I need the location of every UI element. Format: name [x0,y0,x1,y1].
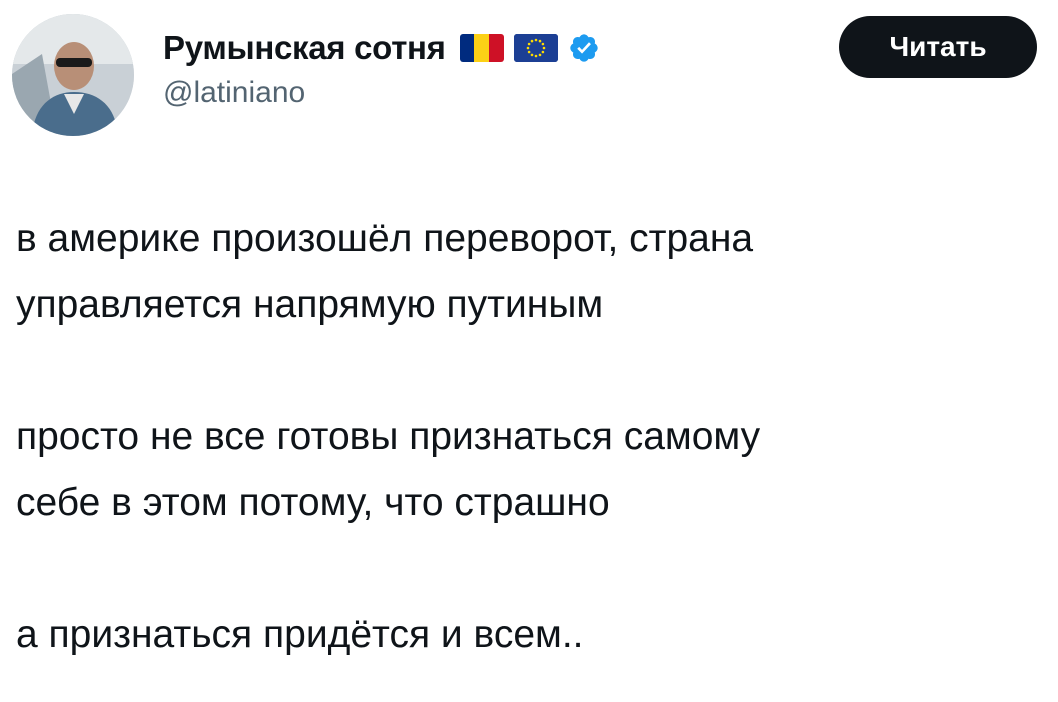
follow-button[interactable]: Читать [839,16,1037,78]
tweet-paragraph: в америке произошёл переворот, страна уп… [16,206,1036,338]
avatar[interactable] [12,14,134,136]
tweet-paragraph: просто не все готовы признаться самому с… [16,404,1036,536]
tweet-text: в америке произошёл переворот, страна уп… [16,206,1036,668]
author-handle[interactable]: @latiniano [163,76,305,110]
tweet-paragraph: а признаться придётся и всем.. [16,602,1036,668]
tweet-line: просто не все готовы признаться самому [16,415,761,458]
avatar-photo [12,14,134,136]
tweet-line: а признаться придётся и всем.. [16,613,584,656]
romania-flag-icon [459,34,504,62]
verified-badge-icon [569,34,598,62]
eu-flag-icon [513,34,558,62]
tweet-card: Румынская сотня @latiniano Читать в амер… [0,0,1058,702]
tweet-line: управляется напрямую путиным [16,283,604,326]
tweet-line: себе в этом потому, что страшно [16,481,610,524]
author-name-row: Румынская сотня [163,26,600,70]
tweet-line: в америке произошёл переворот, страна [16,217,754,260]
author-display-name[interactable]: Румынская сотня [163,29,446,67]
